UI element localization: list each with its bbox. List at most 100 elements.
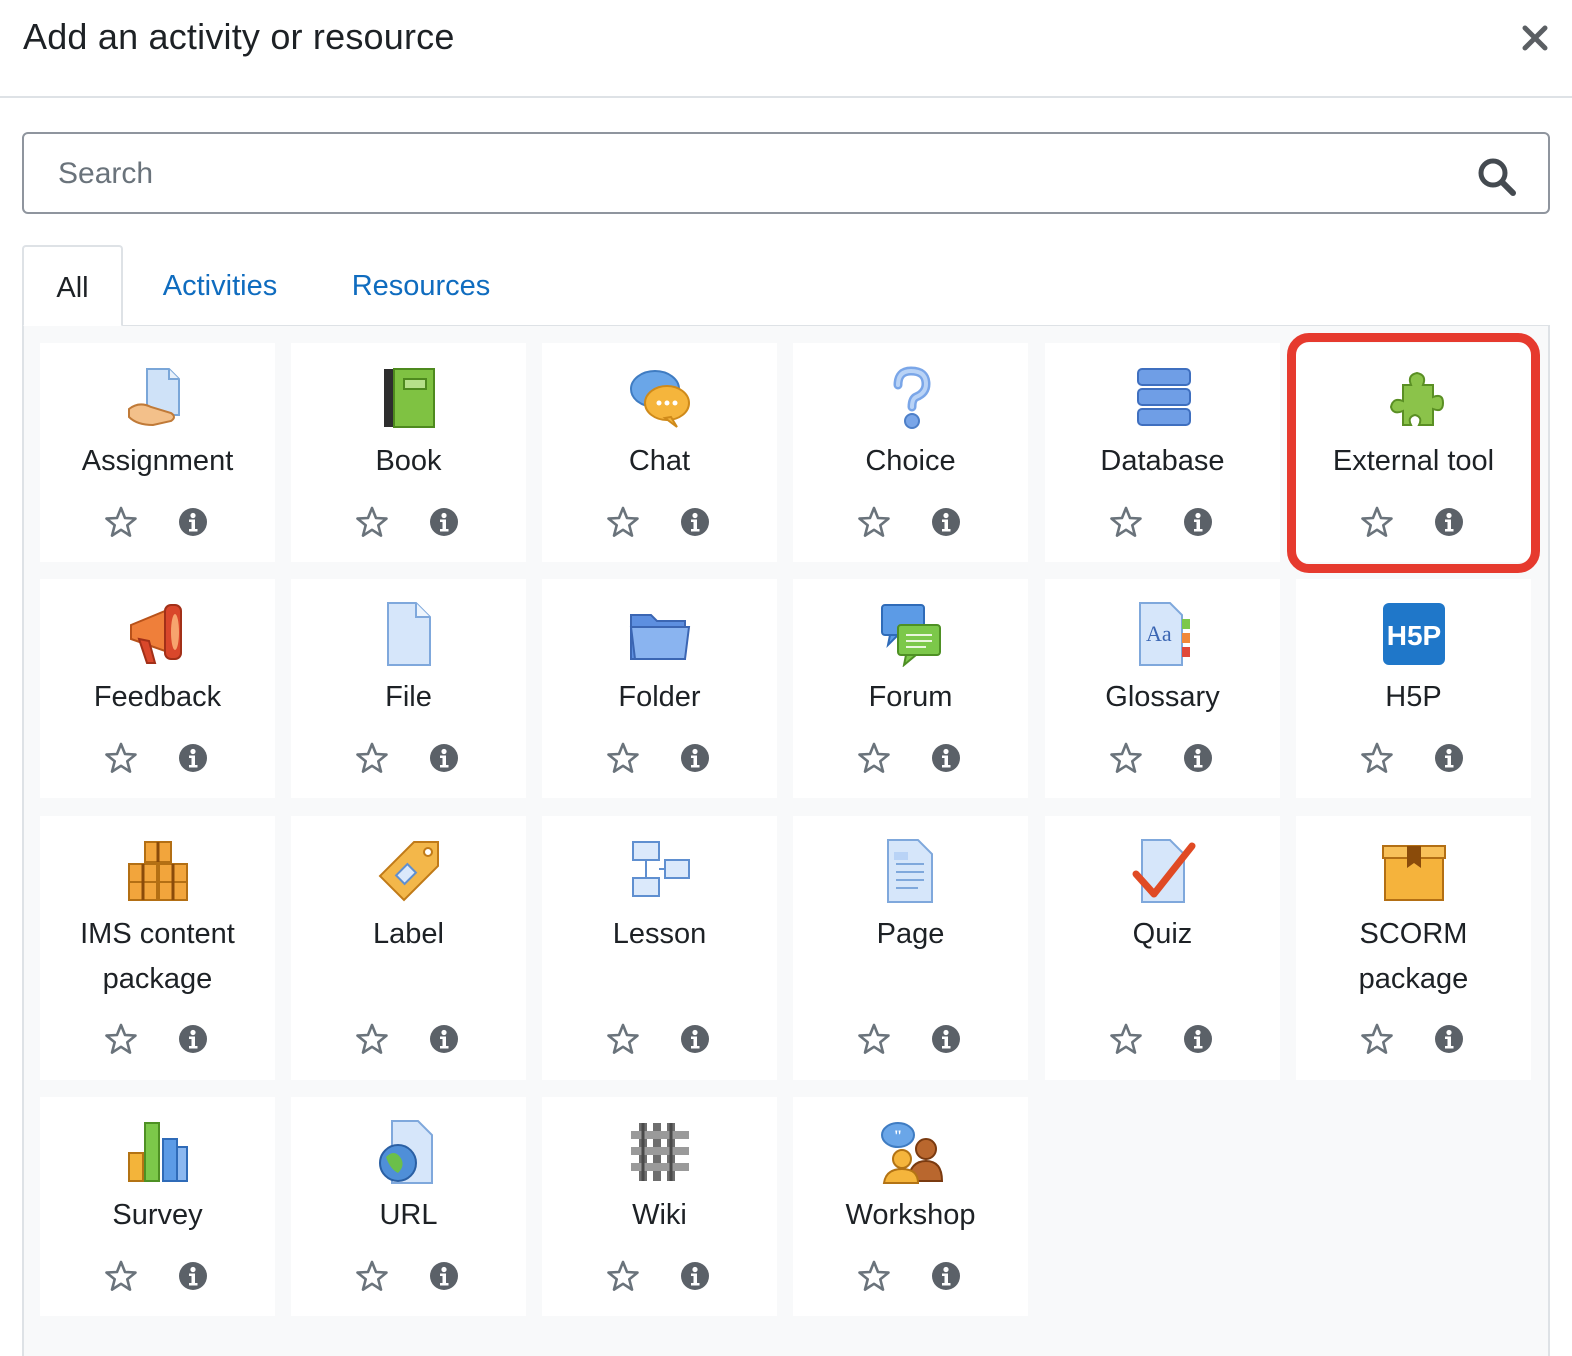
module-name: Wiki	[632, 1199, 687, 1231]
module-card-forum[interactable]: Forum	[793, 579, 1028, 798]
star-icon[interactable]	[104, 741, 138, 775]
module-name: IMS content package	[80, 918, 235, 995]
star-icon[interactable]	[857, 1022, 891, 1056]
file-icon	[376, 601, 442, 667]
module-card-feedback[interactable]: Feedback	[40, 579, 275, 798]
star-icon[interactable]	[1360, 741, 1394, 775]
module-name: URL	[379, 1199, 438, 1231]
info-icon[interactable]	[680, 1261, 710, 1291]
star-icon[interactable]	[1360, 505, 1394, 539]
info-icon[interactable]	[680, 1024, 710, 1054]
star-icon[interactable]	[857, 741, 891, 775]
tab-all[interactable]: All	[22, 245, 123, 327]
info-icon[interactable]	[178, 743, 208, 773]
star-icon[interactable]	[857, 505, 891, 539]
module-card-url[interactable]: URL	[291, 1097, 526, 1316]
star-icon[interactable]	[606, 1259, 640, 1293]
module-name: Survey	[112, 1199, 203, 1231]
module-card-ims-content-package[interactable]: IMS content package	[40, 816, 275, 1080]
star-icon[interactable]	[104, 1022, 138, 1056]
info-icon[interactable]	[931, 1024, 961, 1054]
info-icon[interactable]	[429, 1261, 459, 1291]
quiz-icon	[1130, 838, 1196, 904]
info-icon[interactable]	[1434, 507, 1464, 537]
module-card-book[interactable]: Book	[291, 343, 526, 562]
star-icon[interactable]	[1109, 741, 1143, 775]
module-name: Lesson	[612, 918, 707, 950]
module-name: Assignment	[81, 445, 234, 477]
info-icon[interactable]	[1183, 1024, 1213, 1054]
module-name: Workshop	[845, 1199, 976, 1231]
workshop-icon: "	[878, 1119, 944, 1185]
folder-icon	[627, 601, 693, 667]
module-name: Choice	[865, 445, 956, 477]
info-icon[interactable]	[1183, 507, 1213, 537]
url-icon	[376, 1119, 442, 1185]
star-icon[interactable]	[1109, 505, 1143, 539]
book-icon	[376, 365, 442, 431]
label-icon	[376, 838, 442, 904]
info-icon[interactable]	[680, 743, 710, 773]
module-card-glossary[interactable]: Aa Glossary	[1045, 579, 1280, 798]
search-input[interactable]	[56, 146, 1460, 202]
module-card-scorm-package[interactable]: SCORM package	[1296, 816, 1531, 1080]
module-name: Forum	[868, 681, 953, 713]
module-card-chat[interactable]: Chat	[542, 343, 777, 562]
info-icon[interactable]	[931, 507, 961, 537]
info-icon[interactable]	[429, 1024, 459, 1054]
info-icon[interactable]	[680, 507, 710, 537]
star-icon[interactable]	[606, 1022, 640, 1056]
close-button[interactable]	[1515, 18, 1555, 58]
module-name: Quiz	[1132, 918, 1193, 950]
info-icon[interactable]	[178, 507, 208, 537]
info-icon[interactable]	[429, 743, 459, 773]
forum-icon	[878, 601, 944, 668]
star-icon[interactable]	[606, 741, 640, 775]
modal-title: Add an activity or resource	[23, 16, 455, 57]
module-card-external-tool[interactable]: External tool	[1296, 343, 1531, 562]
feedback-icon	[125, 601, 191, 667]
star-icon[interactable]	[355, 741, 389, 775]
info-icon[interactable]	[178, 1261, 208, 1291]
close-icon[interactable]	[1515, 18, 1555, 58]
star-icon[interactable]	[355, 505, 389, 539]
assignment-icon	[125, 365, 191, 431]
svg-text:": "	[894, 1128, 903, 1145]
module-card-workshop[interactable]: " Workshop	[793, 1097, 1028, 1316]
module-card-assignment[interactable]: Assignment	[40, 343, 275, 562]
star-icon[interactable]	[355, 1022, 389, 1056]
glossary-icon: Aa	[1130, 601, 1196, 667]
module-card-choice[interactable]: Choice	[793, 343, 1028, 562]
star-icon[interactable]	[606, 505, 640, 539]
info-icon[interactable]	[429, 507, 459, 537]
module-card-label[interactable]: Label	[291, 816, 526, 1080]
module-card-file[interactable]: File	[291, 579, 526, 798]
info-icon[interactable]	[1434, 1024, 1464, 1054]
info-icon[interactable]	[1434, 743, 1464, 773]
info-icon[interactable]	[931, 1261, 961, 1291]
tab-activities[interactable]: Activities	[142, 245, 298, 327]
star-icon[interactable]	[104, 1259, 138, 1293]
scorm-package-icon	[1381, 838, 1447, 904]
star-icon[interactable]	[857, 1259, 891, 1293]
ims-content-package-icon	[125, 838, 191, 904]
module-card-h5p[interactable]: H5P H5P	[1296, 579, 1531, 798]
module-card-page[interactable]: Page	[793, 816, 1028, 1080]
tab-resources[interactable]: Resources	[334, 245, 508, 327]
module-card-wiki[interactable]: Wiki	[542, 1097, 777, 1316]
star-icon[interactable]	[355, 1259, 389, 1293]
module-card-survey[interactable]: Survey	[40, 1097, 275, 1316]
info-icon[interactable]	[178, 1024, 208, 1054]
module-card-database[interactable]: Database	[1045, 343, 1280, 562]
module-card-quiz[interactable]: Quiz	[1045, 816, 1280, 1080]
star-icon[interactable]	[104, 505, 138, 539]
module-name: Feedback	[93, 681, 222, 713]
chat-icon	[627, 365, 693, 431]
module-name: File	[385, 681, 432, 713]
info-icon[interactable]	[1183, 743, 1213, 773]
star-icon[interactable]	[1109, 1022, 1143, 1056]
star-icon[interactable]	[1360, 1022, 1394, 1056]
info-icon[interactable]	[931, 743, 961, 773]
module-card-folder[interactable]: Folder	[542, 579, 777, 798]
module-card-lesson[interactable]: Lesson	[542, 816, 777, 1080]
